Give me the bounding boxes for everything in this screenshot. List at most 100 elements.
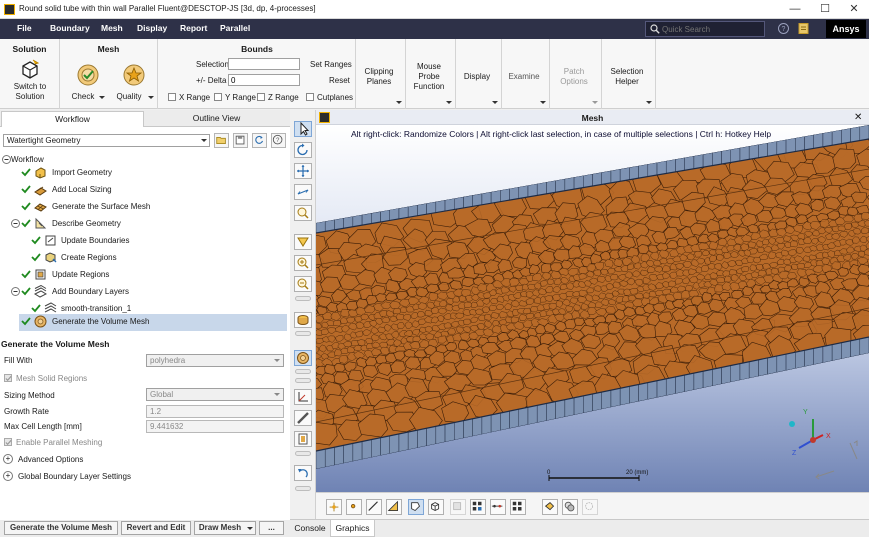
ruler-icon — [297, 412, 309, 424]
rotate-tool-button[interactable] — [294, 142, 312, 158]
graphics-viewport[interactable]: Alt right-click: Randomize Colors | Alt … — [316, 125, 869, 492]
selection-input[interactable] — [228, 58, 300, 70]
axis-y-label: Y — [803, 409, 808, 416]
probe-button[interactable] — [542, 499, 558, 515]
select-zone-button[interactable] — [408, 499, 424, 515]
menu-display[interactable]: Display — [137, 23, 167, 33]
fill-with-label: Fill With — [4, 356, 33, 365]
tree-item-add-boundary-layers[interactable]: Add Boundary Layers — [0, 284, 240, 300]
workflow-refresh-button[interactable] — [252, 133, 267, 148]
mesh-check-button[interactable]: Check — [68, 61, 106, 103]
expand-global-bl-icon[interactable]: + — [3, 471, 13, 481]
quick-search-input[interactable] — [662, 23, 762, 36]
workflow-type-select[interactable]: Watertight Geometry — [3, 134, 210, 147]
select-node-button[interactable] — [346, 499, 362, 515]
help-icon[interactable]: ? — [777, 22, 790, 35]
display-button[interactable]: Display — [456, 39, 502, 109]
menu-mesh[interactable]: Mesh — [101, 23, 123, 33]
pointer-tool-button[interactable] — [294, 121, 312, 137]
fill-with-select[interactable]: polyhedra — [146, 354, 284, 367]
minimize-button[interactable]: — — [780, 0, 810, 19]
examine-button[interactable]: Examine — [502, 39, 550, 109]
select-cell-button[interactable] — [428, 499, 444, 515]
tree-item-update-regions[interactable]: Update Regions — [0, 267, 240, 283]
growth-rate-field[interactable]: 1.2 — [146, 405, 284, 418]
tab-outline-view[interactable]: Outline View — [145, 111, 288, 127]
menu-file[interactable]: File — [17, 23, 32, 33]
global-bl-settings-label[interactable]: Global Boundary Layer Settings — [18, 472, 131, 481]
mesh-quality-button[interactable]: Quality — [114, 61, 154, 103]
revert-and-edit-button[interactable]: Revert and Edit — [121, 521, 191, 535]
measure-button[interactable] — [582, 499, 598, 515]
zoom-box-button[interactable] — [294, 205, 312, 221]
tree-item-add-local-sizing[interactable]: Add Local Sizing — [0, 182, 240, 198]
chevron-down-icon — [247, 527, 253, 530]
tree-item-import-geometry[interactable]: Import Geometry — [0, 165, 240, 181]
zoom-out-button[interactable] — [294, 276, 312, 292]
zoom-in-out-button[interactable] — [294, 184, 312, 200]
y-range-checkbox[interactable] — [214, 93, 222, 101]
cutplanes-checkbox[interactable] — [306, 93, 314, 101]
max-cell-length-field[interactable]: 9.441632 — [146, 420, 284, 433]
selection-helper-button[interactable]: Selection Helper — [602, 39, 656, 109]
display-volume-mesh-button[interactable] — [294, 350, 312, 366]
select-edge-button[interactable] — [366, 499, 382, 515]
chevron-down-icon — [396, 101, 402, 104]
undo-view-button[interactable] — [294, 465, 312, 481]
x-range-checkbox[interactable] — [168, 93, 176, 101]
parallel-meshing-checkbox[interactable] — [4, 438, 12, 446]
more-options-button[interactable]: ... — [259, 521, 284, 535]
tree-item-update-boundaries[interactable]: Update Boundaries — [0, 233, 240, 249]
tab-console[interactable]: Console — [290, 520, 330, 537]
tree-item-generate-surface-mesh[interactable]: Generate the Surface Mesh — [0, 199, 240, 215]
toolbar-separator — [295, 451, 311, 456]
sizing-method-select[interactable]: Global — [146, 388, 284, 401]
reset-button[interactable]: Reset — [329, 76, 350, 85]
mouse-probe-function-button[interactable]: Mouse Probe Function — [406, 39, 456, 109]
graphics-close-button[interactable]: ✕ — [854, 112, 862, 123]
generate-volume-mesh-button[interactable]: Generate the Volume Mesh — [4, 521, 118, 535]
select-points-button[interactable] — [326, 499, 342, 515]
workflow-open-button[interactable] — [214, 133, 229, 148]
menu-parallel[interactable]: Parallel — [220, 23, 250, 33]
maximize-button[interactable]: ☐ — [810, 0, 840, 19]
select-face-button[interactable] — [386, 499, 402, 515]
update-regions-icon — [35, 269, 46, 280]
axes-button[interactable] — [294, 389, 312, 405]
advanced-options-label[interactable]: Advanced Options — [18, 455, 83, 464]
clipping-planes-button[interactable]: Clipping Planes — [356, 39, 406, 109]
delta-input[interactable] — [228, 74, 300, 86]
object-icon — [472, 501, 482, 511]
set-ranges-button[interactable]: Set Ranges — [310, 60, 352, 69]
patch-options-button[interactable]: Patch Options — [550, 39, 602, 109]
display-mesh-button[interactable] — [294, 312, 312, 328]
close-window-button[interactable]: ✕ — [839, 0, 869, 19]
label-button[interactable] — [562, 499, 578, 515]
z-range-checkbox[interactable] — [257, 93, 265, 101]
switch-to-solution-button[interactable]: Switch to Solution — [6, 57, 54, 105]
menu-boundary[interactable]: Boundary — [50, 23, 90, 33]
tree-item-describe-geometry[interactable]: Describe Geometry — [0, 216, 240, 232]
select-object-button[interactable] — [470, 499, 486, 515]
ruler-button[interactable] — [294, 410, 312, 426]
select-position-button[interactable] — [490, 499, 506, 515]
select-multi-button[interactable] — [510, 499, 526, 515]
tree-item-create-regions[interactable]: Create Regions — [0, 250, 240, 266]
notes-icon[interactable] — [797, 22, 810, 35]
copy-image-button[interactable] — [294, 431, 312, 447]
tree-item-generate-volume-mesh[interactable]: Generate the Volume Mesh — [0, 314, 287, 330]
zoom-in-button[interactable] — [294, 255, 312, 271]
expand-advanced-icon[interactable]: + — [3, 454, 13, 464]
axis-x-label: X — [826, 433, 831, 440]
workflow-save-button[interactable] — [233, 133, 248, 148]
select-body-button[interactable] — [450, 499, 466, 515]
tab-graphics[interactable]: Graphics — [330, 520, 375, 537]
workflow-help-button[interactable]: ? — [271, 133, 286, 148]
quick-search-box[interactable] — [645, 21, 765, 37]
menu-report[interactable]: Report — [180, 23, 207, 33]
pan-tool-button[interactable] — [294, 163, 312, 179]
mesh-solid-regions-checkbox[interactable] — [4, 374, 12, 382]
tab-workflow[interactable]: Workflow — [1, 111, 144, 127]
body-icon — [453, 502, 462, 511]
fit-view-button[interactable] — [294, 234, 312, 250]
